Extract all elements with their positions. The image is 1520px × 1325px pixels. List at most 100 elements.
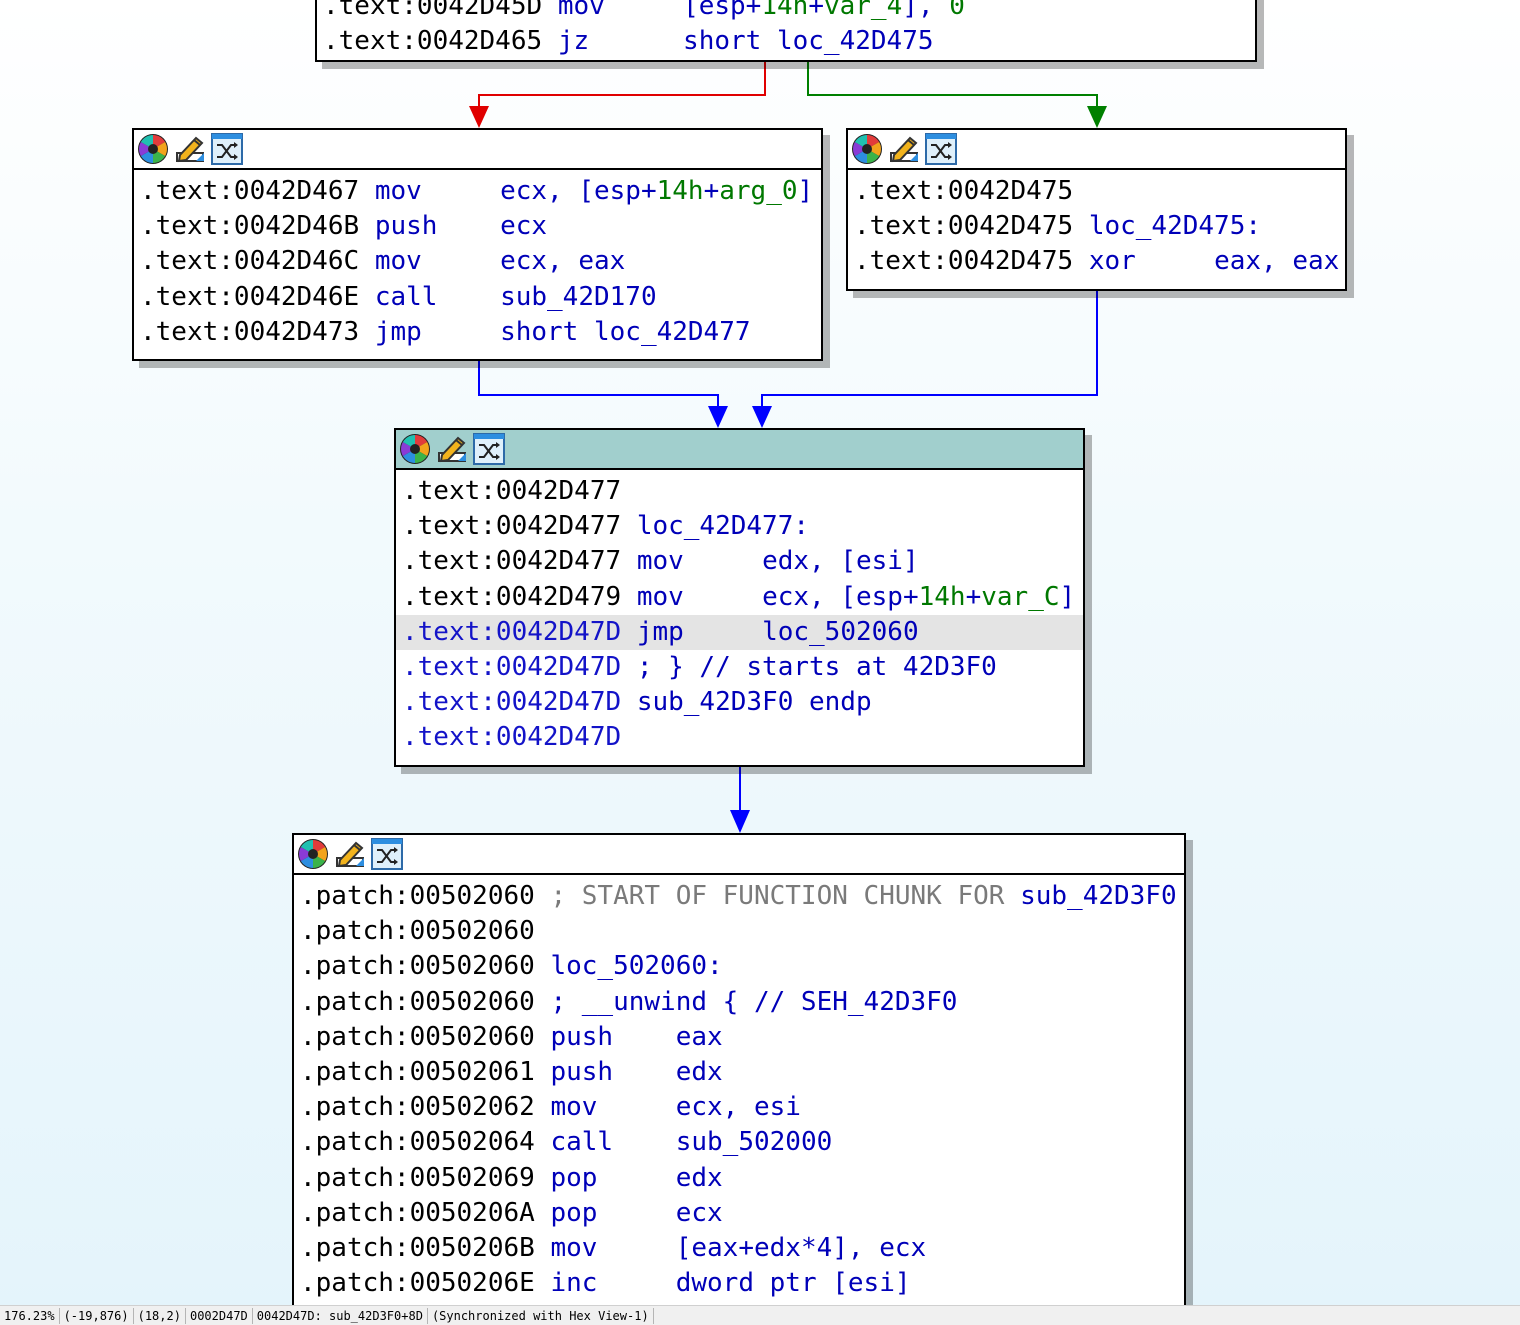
disasm-line[interactable]: .text:0042D473 jmp short loc_42D477	[134, 315, 821, 350]
line-address: .patch:00502060	[300, 986, 535, 1017]
node-header-current	[396, 430, 1083, 470]
line-label: ; __unwind { // SEH_42D3F0	[550, 986, 958, 1017]
graph-node-right[interactable]: .text:0042D475 .text:0042D475 loc_42D475…	[846, 128, 1347, 291]
line-operand: edx, [esi]	[762, 546, 919, 577]
node-lines: .text:0042D477 .text:0042D477 loc_42D477…	[396, 470, 1083, 756]
arrowhead-right-to-mid	[752, 406, 772, 428]
rename-pencil-icon[interactable]	[334, 838, 366, 870]
line-operand: 0	[949, 0, 965, 21]
color-palette-icon[interactable]	[851, 133, 883, 165]
color-palette-icon[interactable]	[297, 838, 329, 870]
disasm-line[interactable]: .patch:0050206B mov [eax+edx*4], ecx	[294, 1231, 1184, 1266]
disasm-line[interactable]: .text:0042D47D ; } // starts at 42D3F0	[396, 650, 1083, 685]
graph-node-left[interactable]: .text:0042D467 mov ecx, [esp+14h+arg_0].…	[132, 128, 823, 361]
line-address: .patch:00502060	[300, 1021, 535, 1052]
line-operand: +	[703, 176, 720, 206]
line-operand: dword ptr [esi]	[675, 1268, 911, 1299]
disasm-line[interactable]: .patch:00502060 loc_502060:	[294, 949, 1184, 984]
status-file-offset: 0002D47D	[186, 1307, 253, 1324]
line-operand: arg_0	[719, 176, 798, 206]
status-bar: 176.23% (-19,876) (18,2) 0002D47D 0042D4…	[0, 1305, 1520, 1325]
disasm-line[interactable]: .patch:00502064 call sub_502000	[294, 1125, 1184, 1160]
line-operand: var_C	[981, 581, 1060, 612]
disasm-line[interactable]: .patch:00502060 ; __unwind { // SEH_42D3…	[294, 985, 1184, 1020]
rename-pencil-icon[interactable]	[436, 433, 468, 465]
disasm-line[interactable]: .patch:00502062 mov ecx, esi	[294, 1090, 1184, 1125]
group-nodes-icon[interactable]	[371, 838, 403, 870]
line-operand: +	[965, 581, 982, 612]
graph-node-top[interactable]: .text:0042D45D mov [esp+14h+var_4], 0 .te…	[315, 0, 1257, 62]
line-operand: +	[808, 0, 824, 21]
line-mnemonic: mov	[557, 0, 605, 21]
group-nodes-icon[interactable]	[211, 133, 243, 165]
disasm-line[interactable]: .text:0042D475 xor eax, eax	[848, 244, 1345, 279]
line-operand: eax	[675, 1021, 723, 1052]
line-operand: edx	[675, 1056, 723, 1087]
disasm-line[interactable]: .patch:00502069 pop edx	[294, 1161, 1184, 1196]
line-mnemonic: jmp	[636, 616, 684, 647]
disasm-line[interactable]: .text:0042D47D sub_42D3F0 endp	[396, 685, 1083, 720]
node-lines: .text:0042D475 .text:0042D475 loc_42D475…	[848, 170, 1345, 280]
line-mnemonic: push	[550, 1021, 614, 1052]
disasm-line[interactable]: .text:0042D47D	[396, 720, 1083, 755]
disasm-line[interactable]: .text:0042D45D mov [esp+14h+var_4], 0	[317, 0, 1255, 24]
disasm-line[interactable]: .text:0042D475	[848, 174, 1345, 209]
edge-left-to-mid	[478, 361, 719, 418]
comment-reference: sub_42D3F0	[1020, 881, 1177, 911]
disasm-line[interactable]: .text:0042D479 mov ecx, [esp+14h+var_C]	[396, 580, 1083, 615]
line-address: .text:0042D46E	[140, 281, 360, 312]
line-operand: edx	[675, 1162, 723, 1193]
line-address: .text:0042D47D	[402, 616, 622, 647]
disasm-line[interactable]: .text:0042D465 jz short loc_42D475	[317, 24, 1255, 59]
node-header	[848, 130, 1345, 170]
line-mnemonic: xor	[1088, 246, 1136, 277]
disasm-line[interactable]: .patch:00502060 ; START OF FUNCTION CHUN…	[294, 879, 1184, 914]
disasm-line[interactable]: .text:0042D475 loc_42D475:	[848, 209, 1345, 244]
line-mnemonic: mov	[550, 1232, 598, 1263]
line-operand: 14h	[761, 0, 809, 21]
line-address: .patch:00502061	[300, 1056, 535, 1087]
group-nodes-icon[interactable]	[473, 433, 505, 465]
disasm-line[interactable]: .patch:00502060 push eax	[294, 1020, 1184, 1055]
line-operand: [eax+edx*4], ecx	[675, 1232, 927, 1263]
graph-node-current[interactable]: .text:0042D477 .text:0042D477 loc_42D477…	[394, 428, 1085, 767]
line-address: .text:0042D475	[854, 176, 1074, 206]
line-mnemonic: mov	[636, 546, 684, 577]
line-address: .patch:00502069	[300, 1162, 535, 1193]
disasm-line[interactable]: .patch:00502061 push edx	[294, 1055, 1184, 1090]
disasm-line[interactable]: .text:0042D477	[396, 474, 1083, 509]
line-operand: var_4	[823, 0, 903, 21]
line-mnemonic: pop	[550, 1162, 598, 1193]
status-sync: (Synchronized with Hex View-1)	[428, 1307, 654, 1324]
line-mnemonic: inc	[550, 1268, 598, 1299]
disasm-line[interactable]: .patch:0050206E inc dword ptr [esi]	[294, 1266, 1184, 1301]
rename-pencil-icon[interactable]	[888, 133, 920, 165]
node-lines: .text:0042D467 mov ecx, [esp+14h+arg_0].…	[134, 170, 821, 350]
line-mnemonic: mov	[374, 246, 422, 277]
disasm-line[interactable]: .patch:00502060	[294, 914, 1184, 949]
disasm-line[interactable]: .text:0042D46B push ecx	[134, 209, 821, 244]
group-nodes-icon[interactable]	[925, 133, 957, 165]
disasm-line[interactable]: .text:0042D467 mov ecx, [esp+14h+arg_0]	[134, 174, 821, 209]
line-comment: ; START OF FUNCTION CHUNK FOR	[550, 881, 1021, 911]
disasm-line[interactable]: .text:0042D477 loc_42D477:	[396, 509, 1083, 544]
arrowhead-mid-to-bottom	[730, 810, 750, 833]
line-operand: ]	[1059, 581, 1076, 612]
node-lines: .patch:00502060 ; START OF FUNCTION CHUN…	[294, 875, 1184, 1301]
selected-disasm-line[interactable]: .text:0042D47D jmp loc_502060	[396, 614, 1083, 650]
disasm-line[interactable]: .text:0042D477 mov edx, [esi]	[396, 544, 1083, 579]
line-mnemonic: mov	[550, 1092, 598, 1123]
line-mnemonic: mov	[636, 581, 684, 612]
disasm-line[interactable]: .text:0042D46C mov ecx, eax	[134, 244, 821, 279]
line-address: .text:0042D479	[402, 581, 622, 612]
line-operand: loc_502060	[762, 616, 919, 647]
color-palette-icon[interactable]	[399, 433, 431, 465]
graph-node-bottom[interactable]: .patch:00502060 ; START OF FUNCTION CHUN…	[292, 833, 1186, 1305]
arrowhead-left-to-mid	[708, 406, 728, 428]
graph-view[interactable]: .text:0042D45D mov [esp+14h+var_4], 0 .te…	[0, 0, 1520, 1305]
line-operand: 14h	[918, 581, 966, 612]
disasm-line[interactable]: .text:0042D46E call sub_42D170	[134, 280, 821, 315]
rename-pencil-icon[interactable]	[174, 133, 206, 165]
color-palette-icon[interactable]	[137, 133, 169, 165]
disasm-line[interactable]: .patch:0050206A pop ecx	[294, 1196, 1184, 1231]
